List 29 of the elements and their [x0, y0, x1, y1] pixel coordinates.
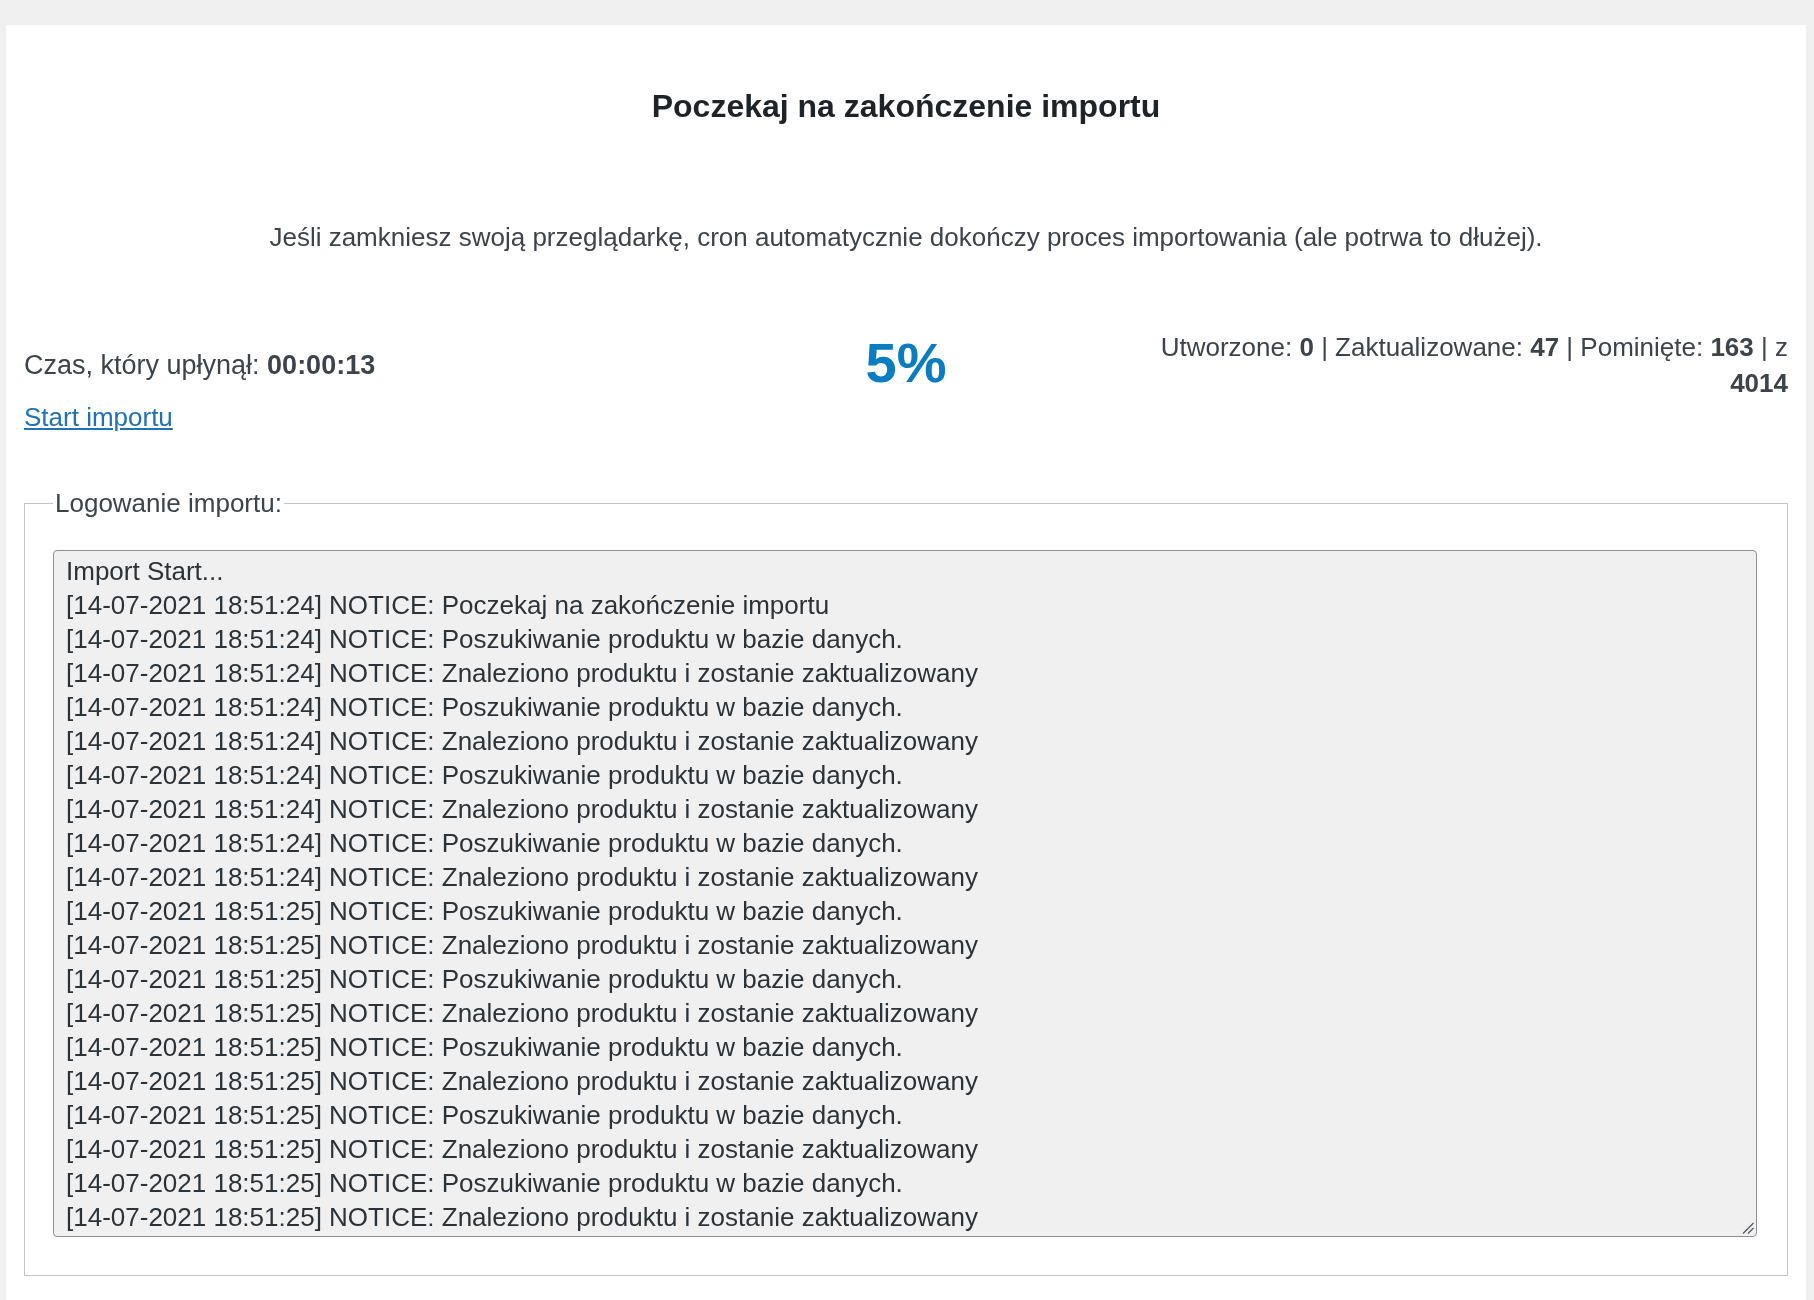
resize-handle-icon[interactable]: [1742, 1222, 1754, 1234]
log-line: [14-07-2021 18:51:25] NOTICE: Poszukiwanie produktu w bazie danych.: [66, 1099, 904, 1132]
start-import-link[interactable]: Start importu: [24, 399, 173, 435]
log-line: [14-07-2021 18:51:25] NOTICE: Poszukiwanie produktu w bazie danych.: [66, 1031, 904, 1064]
log-line: [14-07-2021 18:51:25] NOTICE: Znaleziono produktu i zostanie zaktualizowany: [66, 1201, 979, 1234]
log-line: [14-07-2021 18:51:25] NOTICE: Znaleziono produktu i zostanie zaktualizowany: [66, 1133, 979, 1166]
log-line: [14-07-2021 18:51:25] NOTICE: Poszukiwanie produktu w bazie danych.: [66, 1167, 904, 1200]
log-line: [14-07-2021 18:51:24] NOTICE: Znaleziono produktu i zostanie zaktualizowany: [66, 657, 979, 690]
log-legend: Logowanie importu:: [53, 487, 284, 519]
log-line: Import Start...: [66, 555, 225, 588]
log-line: [14-07-2021 18:51:25] NOTICE: Znaleziono produktu i zostanie zaktualizowany: [66, 997, 979, 1030]
log-line: [14-07-2021 18:51:24] NOTICE: Znaleziono produktu i zostanie zaktualizowany: [66, 725, 979, 758]
log-line: [14-07-2021 18:51:24] NOTICE: Poszukiwanie produktu w bazie danych.: [66, 759, 904, 792]
log-line: [14-07-2021 18:51:24] NOTICE: Znaleziono produktu i zostanie zaktualizowany: [66, 793, 979, 826]
log-line: [14-07-2021 18:51:24] NOTICE: Poszukiwanie produktu w bazie danych.: [66, 623, 904, 656]
log-line: [14-07-2021 18:51:25] NOTICE: Znaleziono produktu i zostanie zaktualizowany: [66, 1065, 979, 1098]
log-line: [14-07-2021 18:51:24] NOTICE: Poszukiwanie produktu w bazie danych.: [66, 691, 904, 724]
log-field[interactable]: [53, 550, 1757, 1237]
notice-text: Jeśli zamkniesz swoją przeglądarkę, cron automatycznie dokończy proces importowania (ale potrwa to dłużej).: [268, 221, 1544, 253]
log-line: [14-07-2021 18:51:25] NOTICE: Znaleziono produktu i zostanie zaktualizowany: [66, 929, 979, 962]
import-counts-text: Utworzone: 0 | Zaktualizowane: 47 | Pominięte: 163 | z 4014: [1159, 331, 1788, 400]
elapsed-time-text: Czas, który upłynął: 00:00:13: [24, 349, 376, 382]
log-line: [14-07-2021 18:51:24] NOTICE: Poszukiwanie produktu w bazie danych.: [66, 827, 904, 860]
page-title: Poczekaj na zakończenie importu: [650, 88, 1162, 124]
log-line: [14-07-2021 18:51:25] NOTICE: Poszukiwanie produktu w bazie danych.: [66, 963, 904, 996]
log-line: [14-07-2021 18:51:25] NOTICE: Poszukiwanie produktu w bazie danych.: [66, 895, 904, 928]
log-line: [14-07-2021 18:51:24] NOTICE: Poczekaj na zakończenie importu: [66, 589, 831, 622]
log-line: [14-07-2021 18:51:24] NOTICE: Znaleziono produktu i zostanie zaktualizowany: [66, 861, 979, 894]
progress-percent: 5%: [865, 331, 947, 395]
